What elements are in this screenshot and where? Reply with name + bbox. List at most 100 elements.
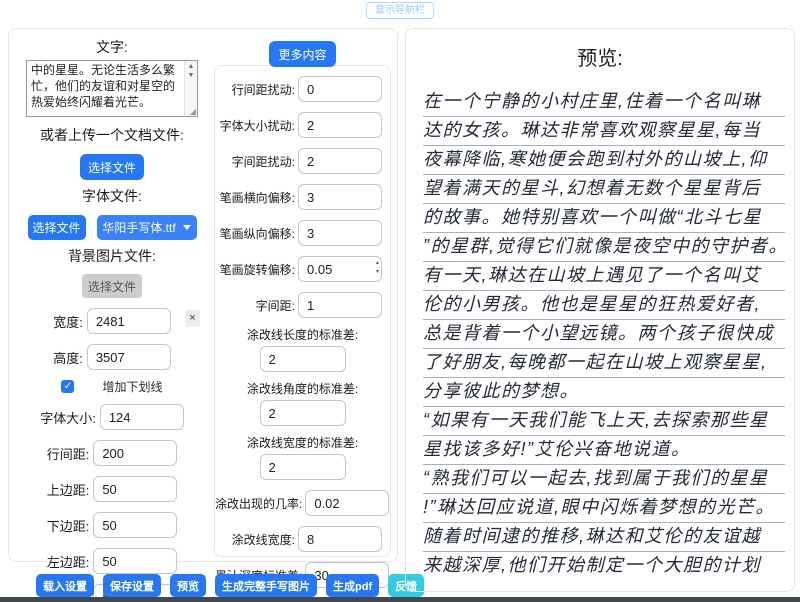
handwriting-line: ”的星群,觉得它们就像是夜空中的守护者。 [423,233,785,262]
stacked-field-input[interactable] [260,346,346,372]
layout-field-label: 上边距: [47,480,90,499]
action-button[interactable]: 载入设置 [36,574,94,597]
stacked-field-input[interactable] [260,400,346,426]
advanced-field-input[interactable] [298,112,382,138]
layout-field-input[interactable] [93,548,177,574]
preview-title: 预览: [406,42,794,71]
advanced-field-label: 行间距扰动: [215,81,295,98]
action-button[interactable]: 预览 [170,574,206,597]
clear-size-button[interactable]: × [185,310,200,327]
handwriting-line: !”琳达回应说道,眼中闪烁着梦想的光芒。 [423,494,785,523]
choose-font-file-button[interactable]: 选择文件 [28,215,86,240]
advanced-field-row: 字间距扰动: ▴▾ [215,148,390,174]
handwriting-line: 分享彼此的梦想。 [423,378,785,407]
layout-field-input[interactable] [93,476,177,502]
stacked-field-input[interactable] [260,454,346,480]
choose-background-file-button[interactable]: 选择文件 [82,274,142,298]
advanced-field-row: 行间距扰动: ▴▾ [215,76,390,102]
layout-field-input[interactable] [93,512,177,538]
handwriting-line: 有一天,琳达在山坡上遇见了一个名叫艾 [423,262,785,291]
advanced-field-input[interactable] [298,76,382,102]
advanced-field-input[interactable] [298,292,382,318]
layout-field-label: 字体大小: [40,408,96,427]
number-spinner-icon[interactable]: ▴▾ [376,259,379,277]
advanced-stacked-fields: 涂改线长度的标准差: 涂改线角度的标准差: 涂改线宽度的标准差: [215,326,390,480]
advanced-field-input[interactable] [298,526,382,552]
advanced-field-input[interactable] [305,490,389,516]
scroll-up-icon[interactable]: ▲ [188,62,195,71]
underline-checkbox-label: 增加下划线 [102,378,162,395]
layout-field-row: 上边距: [9,476,215,502]
handwriting-line: 伦的小男孩。他也是星星的狂热爱好者, [423,291,785,320]
advanced-field-label: 笔画旋转偏移: [215,261,295,278]
advanced-field-input[interactable] [298,220,382,246]
advanced-field-input-wrap [305,490,389,516]
handwriting-line: 望着满天的星斗,幻想着无数个星星背后 [423,175,785,204]
stacked-field-label: 涂改线角度的标准差: [215,380,390,397]
advanced-field-label: 笔画纵向偏移: [215,225,295,242]
font-select-value: 华阳手写体.ttf [102,219,175,236]
choose-doc-file-button[interactable]: 选择文件 [80,154,144,180]
action-button[interactable]: 生成pdf [326,574,379,597]
stacked-field-label: 涂改线宽度的标准差: [215,434,390,451]
show-navbar-button[interactable]: 显示导航栏 [366,2,434,19]
text-label: 文字: [9,37,215,57]
advanced-field-label: 字体大小扰动: [215,117,295,134]
layout-field-label: 下边距: [47,516,90,535]
handwriting-line: 在一个宁静的小村庄里,住着一个名叫琳 [423,88,785,117]
font-file-label: 字体文件: [9,186,215,206]
advanced-field-row: 涂改出现的几率: [215,490,390,516]
advanced-field-row: 笔画旋转偏移: ▴▾ [215,256,390,282]
size-field-label: 高度: [53,348,83,367]
advanced-field-input-wrap: ▴▾ [298,220,382,246]
text-input-wrapper: ▲ ▼ ◢ [26,60,198,117]
text-input[interactable] [27,61,197,116]
advanced-field-row: 字间距: ▴▾ [215,292,390,318]
layout-field-row: 行间距: [9,440,215,466]
underline-checkbox[interactable]: ✓ [61,380,74,393]
advanced-field-input-wrap: ▴▾ [298,76,382,102]
action-button[interactable]: 生成完整手写图片 [215,574,317,597]
advanced-field-label: 涂改出现的几率: [215,495,302,512]
handwriting-preview: 在一个宁静的小村庄里,住着一个名叫琳 达的女孩。琳达非常喜欢观察星星,每当 夜幕… [423,88,785,581]
advanced-field-row: 笔画横向偏移: ▴▾ [215,184,390,210]
advanced-field-input-wrap: ▴▾ [298,256,382,282]
action-button[interactable]: 保存设置 [103,574,161,597]
advanced-field-row: 笔画纵向偏移: ▴▾ [215,220,390,246]
font-select[interactable]: 华阳手写体.ttf [97,215,197,240]
advanced-stacked-field: 涂改线角度的标准差: [215,380,390,426]
layout-field-input[interactable] [100,404,184,430]
size-field-input[interactable] [87,344,171,370]
advanced-field-label: 笔画横向偏移: [215,189,295,206]
advanced-field-input[interactable] [298,148,382,174]
advanced-field-input[interactable] [298,256,382,282]
stacked-field-label: 涂改线长度的标准差: [215,326,390,343]
preview-panel: 预览: 在一个宁静的小村庄里,住着一个名叫琳 达的女孩。琳达非常喜欢观察星星,每… [405,28,795,592]
upload-doc-label: 或者上传一个文档文件: [9,125,215,145]
advanced-field-input[interactable] [298,184,382,210]
advanced-field-input-wrap: ▴▾ [298,292,382,318]
layout-field-row: 下边距: [9,512,215,538]
advanced-field-label: 涂改线宽度: [215,531,295,548]
handwriting-line: 星找该多好!”艾伦兴奋地说道。 [423,436,785,465]
handwriting-line: 夜幕降临,寒她便会跑到村外的山坡上,仰 [423,146,785,175]
layout-field-input[interactable] [93,440,177,466]
action-button-bar: 载入设置 保存设置 预览 生成完整手写图片 生成pdf 反馈 [36,574,424,597]
advanced-field-input-wrap: ▴▾ [298,148,382,174]
size-field-input[interactable] [87,308,171,334]
handwriting-line: 了好朋友,每晚都一起在山坡上观察星星, [423,349,785,378]
scroll-down-icon[interactable]: ▼ [188,71,195,80]
handwriting-line: 的故事。她特别喜欢一个叫做“北斗七星 [423,204,785,233]
advanced-field-row: 涂改线宽度: [215,526,390,552]
resize-grip-icon[interactable]: ◢ [190,107,196,116]
handwriting-line: 达的女孩。琳达非常喜欢观察星星,每当 [423,117,785,146]
size-field-label: 宽度: [53,312,83,331]
chevron-down-icon [183,225,191,230]
bottom-divider [0,597,800,602]
advanced-field-input-wrap: ▴▾ [298,184,382,210]
font-file-row: 选择文件 华阳手写体.ttf [9,215,215,240]
more-content-button[interactable]: 更多内容 [269,41,336,67]
advanced-field-label: 字间距: [215,297,295,314]
advanced-stacked-field: 涂改线宽度的标准差: [215,434,390,480]
handwriting-line: 随着时间逮的推移,琳达和艾伦的友谊越 [423,523,785,552]
